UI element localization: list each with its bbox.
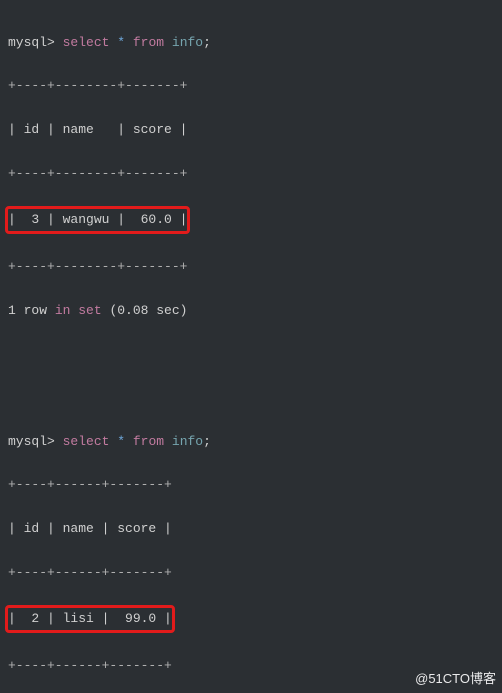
table-border: +----+--------+-------+ bbox=[8, 163, 494, 185]
semicolon: ; bbox=[203, 434, 211, 449]
timing-line: 1 row in set (0.08 sec) bbox=[8, 300, 494, 322]
watermark: @51CTO博客 bbox=[415, 668, 496, 687]
kw-set: set bbox=[78, 303, 101, 318]
table-row: | 3 | wangwu | 60.0 | bbox=[8, 206, 494, 234]
blank-line bbox=[8, 343, 494, 365]
table-row: | 2 | lisi | 99.0 | bbox=[8, 605, 494, 633]
ident-info: info bbox=[172, 434, 203, 449]
terminal-output: mysql> select * from info; +----+-------… bbox=[0, 0, 502, 693]
query-line: mysql> select * from info; bbox=[8, 32, 494, 54]
kw-in: in bbox=[55, 303, 71, 318]
semicolon: ; bbox=[203, 35, 211, 50]
table-border: +----+--------+-------+ bbox=[8, 75, 494, 97]
table-border: +----+------+-------+ bbox=[8, 562, 494, 584]
prompt: mysql> bbox=[8, 434, 55, 449]
blank-line bbox=[8, 387, 494, 409]
kw-select: select bbox=[63, 35, 110, 50]
timing-pre: 1 row bbox=[8, 303, 55, 318]
highlight-box: | 2 | lisi | 99.0 | bbox=[5, 605, 175, 633]
kw-from: from bbox=[133, 35, 164, 50]
table-border: +----+--------+-------+ bbox=[8, 256, 494, 278]
table-header: | id | name | score | bbox=[8, 119, 494, 141]
table-border: +----+------+-------+ bbox=[8, 474, 494, 496]
prompt: mysql> bbox=[8, 35, 55, 50]
star: * bbox=[117, 434, 125, 449]
star: * bbox=[117, 35, 125, 50]
highlight-box: | 3 | wangwu | 60.0 | bbox=[5, 206, 190, 234]
timing-post: (0.08 sec) bbox=[102, 303, 188, 318]
kw-select: select bbox=[63, 434, 110, 449]
query-line: mysql> select * from info; bbox=[8, 431, 494, 453]
ident-info: info bbox=[172, 35, 203, 50]
kw-from: from bbox=[133, 434, 164, 449]
table-header: | id | name | score | bbox=[8, 518, 494, 540]
